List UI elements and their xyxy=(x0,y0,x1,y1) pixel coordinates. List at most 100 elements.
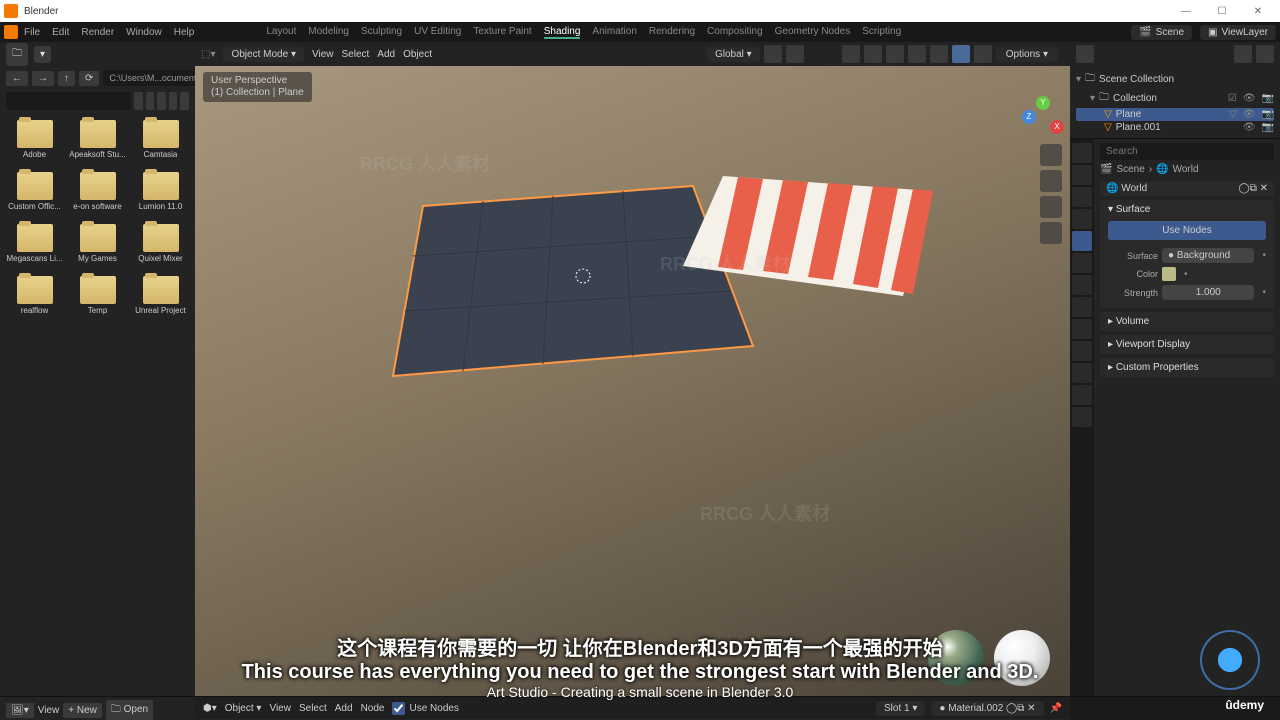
filebrowser-dropdown[interactable]: ▾ xyxy=(34,46,51,63)
filebrowser-icon[interactable]: 🗀 xyxy=(6,43,28,66)
display-filter-icon[interactable] xyxy=(169,92,178,110)
workspace-tab[interactable]: Layout xyxy=(266,26,296,39)
menu-file[interactable]: File xyxy=(24,27,40,38)
folder-item[interactable]: Camtasia xyxy=(130,120,191,170)
prop-tab-render-icon[interactable] xyxy=(1072,143,1092,163)
nav-back-button[interactable]: ← xyxy=(6,71,28,86)
viewport-menu-select[interactable]: Select xyxy=(341,49,369,60)
folder-item[interactable]: Unreal Project xyxy=(130,276,191,326)
prop-tab-world-icon[interactable] xyxy=(1072,231,1092,251)
node-editor-type-icon[interactable]: ⬢▾ xyxy=(203,703,217,714)
folder-item[interactable]: Apeaksoft Stu... xyxy=(67,120,128,170)
perspective-tool-icon[interactable] xyxy=(1040,222,1062,244)
outliner-object[interactable]: ▽Plane.001👁📷 xyxy=(1076,121,1274,134)
menu-help[interactable]: Help xyxy=(174,27,195,38)
viewport-menu-add[interactable]: Add xyxy=(377,49,395,60)
folder-item[interactable]: realflow xyxy=(4,276,65,326)
viewport-menu-view[interactable]: View xyxy=(312,49,334,60)
workspace-tab[interactable]: UV Editing xyxy=(414,26,461,39)
folder-item[interactable]: Lumion 11.0 xyxy=(130,172,191,222)
display-sort-icon[interactable] xyxy=(157,92,166,110)
pin-icon[interactable]: 📌 xyxy=(1050,703,1062,714)
viewport-menu-object[interactable]: Object xyxy=(403,49,432,60)
image-open-button[interactable]: 🗀 Open xyxy=(106,700,153,720)
node-menu-add[interactable]: Add xyxy=(335,703,353,714)
shading-material-icon[interactable] xyxy=(952,45,970,63)
orientation-dropdown[interactable]: Global ▾ xyxy=(707,47,760,62)
use-nodes-checkbox[interactable]: Use Nodes xyxy=(392,702,458,715)
snap-toggle-icon[interactable] xyxy=(764,45,782,63)
zoom-tool-icon[interactable] xyxy=(1040,144,1062,166)
mesh-data-icon[interactable]: ▽ xyxy=(1229,109,1237,120)
scene-selector[interactable]: 🎬Scene xyxy=(1131,25,1192,40)
outliner-filter-icon[interactable] xyxy=(1076,45,1094,63)
3d-viewport[interactable]: User Perspective (1) Collection | Plane xyxy=(195,66,1070,696)
camera-icon[interactable]: 📷 xyxy=(1262,109,1274,120)
xray-toggle-icon[interactable] xyxy=(886,45,904,63)
prop-tab-constraints-icon[interactable] xyxy=(1072,341,1092,361)
workspace-tab[interactable]: Animation xyxy=(592,26,636,39)
menu-edit[interactable]: Edit xyxy=(52,27,69,38)
world-strength-value[interactable]: 1.000 xyxy=(1162,285,1254,300)
axis-y-icon[interactable]: Y xyxy=(1036,96,1050,110)
eye-icon[interactable]: 👁 xyxy=(1243,93,1256,104)
object-mode-dropdown[interactable]: Object Mode ▾ xyxy=(223,47,304,62)
image-editor-type-icon[interactable]: 🖼▾ xyxy=(6,703,34,718)
world-color-swatch[interactable] xyxy=(1162,267,1176,281)
nav-forward-button[interactable]: → xyxy=(32,71,54,86)
overlay-toggle-icon[interactable] xyxy=(864,45,882,63)
camera-icon[interactable]: 📷 xyxy=(1262,93,1274,104)
prop-tab-texture-icon[interactable] xyxy=(1072,407,1092,427)
display-settings-icon[interactable] xyxy=(180,92,189,110)
shading-solid-icon[interactable] xyxy=(930,45,948,63)
world-datablock[interactable]: 🌐 World ◯⧉ ✕ xyxy=(1100,181,1274,196)
prop-tab-particles-icon[interactable] xyxy=(1072,297,1092,317)
camera-icon[interactable]: 📷 xyxy=(1262,122,1274,133)
node-menu-node[interactable]: Node xyxy=(361,703,385,714)
workspace-tab[interactable]: Compositing xyxy=(707,26,763,39)
workspace-tab[interactable]: Scripting xyxy=(862,26,901,39)
node-menu-select[interactable]: Select xyxy=(299,703,327,714)
axis-z-icon[interactable]: Z xyxy=(1022,110,1036,124)
navigation-gizmo[interactable]: Y Z X xyxy=(1022,96,1062,136)
surface-panel-header[interactable]: ▾ Surface xyxy=(1100,200,1274,219)
viewlayer-selector[interactable]: ▣ViewLayer xyxy=(1200,25,1276,40)
outliner-new-collection-icon[interactable] xyxy=(1256,45,1274,63)
viewport-display-panel-header[interactable]: ▸ Viewport Display xyxy=(1100,335,1274,354)
folder-item[interactable]: My Games xyxy=(67,224,128,274)
custom-properties-panel-header[interactable]: ▸ Custom Properties xyxy=(1100,358,1274,377)
prop-tab-modifiers-icon[interactable] xyxy=(1072,275,1092,295)
workspace-tab[interactable]: Texture Paint xyxy=(473,26,531,39)
file-search-input[interactable] xyxy=(6,92,131,110)
eye-icon[interactable]: 👁 xyxy=(1243,122,1256,133)
folder-item[interactable]: Quixel Mixer xyxy=(130,224,191,274)
nav-refresh-button[interactable]: ⟳ xyxy=(79,71,99,86)
workspace-tab[interactable]: Sculpting xyxy=(361,26,402,39)
material-slot-dropdown[interactable]: Slot 1 ▾ xyxy=(876,701,925,716)
folder-item[interactable]: Adobe xyxy=(4,120,65,170)
folder-item[interactable]: Megascans Li... xyxy=(4,224,65,274)
path-field[interactable]: C:\Users\M...ocuments\ xyxy=(103,70,209,86)
folder-item[interactable]: Custom Offic... xyxy=(4,172,65,222)
workspace-tab-active[interactable]: Shading xyxy=(544,26,581,39)
properties-search-input[interactable] xyxy=(1100,143,1274,160)
exclude-icon[interactable]: ☑ xyxy=(1228,93,1237,104)
prop-tab-physics-icon[interactable] xyxy=(1072,319,1092,339)
workspace-tab[interactable]: Rendering xyxy=(649,26,695,39)
workspace-tab[interactable]: Modeling xyxy=(308,26,349,39)
material-datablock[interactable]: ● Material.002 ◯⧉ ✕ xyxy=(931,701,1043,716)
volume-panel-header[interactable]: ▸ Volume xyxy=(1100,312,1274,331)
gizmo-toggle-icon[interactable] xyxy=(842,45,860,63)
prop-tab-scene-icon[interactable] xyxy=(1072,209,1092,229)
prop-tab-object-icon[interactable] xyxy=(1072,253,1092,273)
image-editor-view-menu[interactable]: View xyxy=(38,705,60,716)
eye-icon[interactable]: 👁 xyxy=(1243,109,1256,120)
prop-tab-output-icon[interactable] xyxy=(1072,165,1092,185)
workspace-tab[interactable]: Geometry Nodes xyxy=(775,26,851,39)
node-mode-dropdown[interactable]: Object ▾ xyxy=(225,703,262,714)
outliner-search-icon[interactable] xyxy=(1234,45,1252,63)
prop-tab-viewlayer-icon[interactable] xyxy=(1072,187,1092,207)
outliner-scene-collection[interactable]: ▾🗀Scene Collection xyxy=(1076,70,1274,89)
display-list-icon[interactable] xyxy=(134,92,143,110)
outliner-collection[interactable]: ▾🗀Collection☑👁📷 xyxy=(1076,89,1274,108)
